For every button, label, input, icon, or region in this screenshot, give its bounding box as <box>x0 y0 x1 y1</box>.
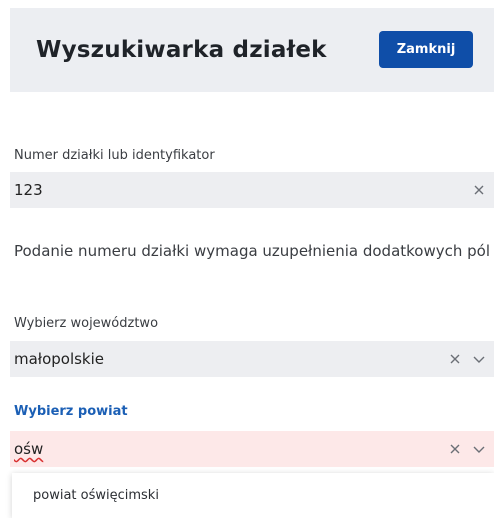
panel-header: Wyszukiwarka działek Zamknij <box>10 8 494 92</box>
voivodeship-label: Wybierz województwo <box>14 316 159 331</box>
county-label: Wybierz powiat <box>14 404 128 419</box>
close-button[interactable]: Zamknij <box>379 31 473 68</box>
parcel-info-message: Podanie numeru działki wymaga uzupełnien… <box>13 242 491 260</box>
county-input[interactable]: ośw <box>10 431 494 467</box>
voivodeship-select[interactable]: małopolskie <box>10 341 494 377</box>
chevron-down-icon[interactable] <box>472 352 486 366</box>
clear-icon[interactable] <box>448 442 462 456</box>
county-dropdown: powiat oświęcimski <box>12 473 494 518</box>
voivodeship-value: małopolskie <box>14 350 105 368</box>
parcel-number-value: 123 <box>14 181 43 199</box>
parcel-number-label: Numer działki lub identyfikator <box>14 148 215 163</box>
parcel-number-field[interactable]: 123 <box>10 172 494 208</box>
clear-icon[interactable] <box>448 352 462 366</box>
panel-title: Wyszukiwarka działek <box>36 37 327 63</box>
dropdown-option[interactable]: powiat oświęcimski <box>33 488 159 503</box>
county-value: ośw <box>14 440 44 458</box>
chevron-down-icon[interactable] <box>472 442 486 456</box>
clear-icon[interactable] <box>472 183 486 197</box>
